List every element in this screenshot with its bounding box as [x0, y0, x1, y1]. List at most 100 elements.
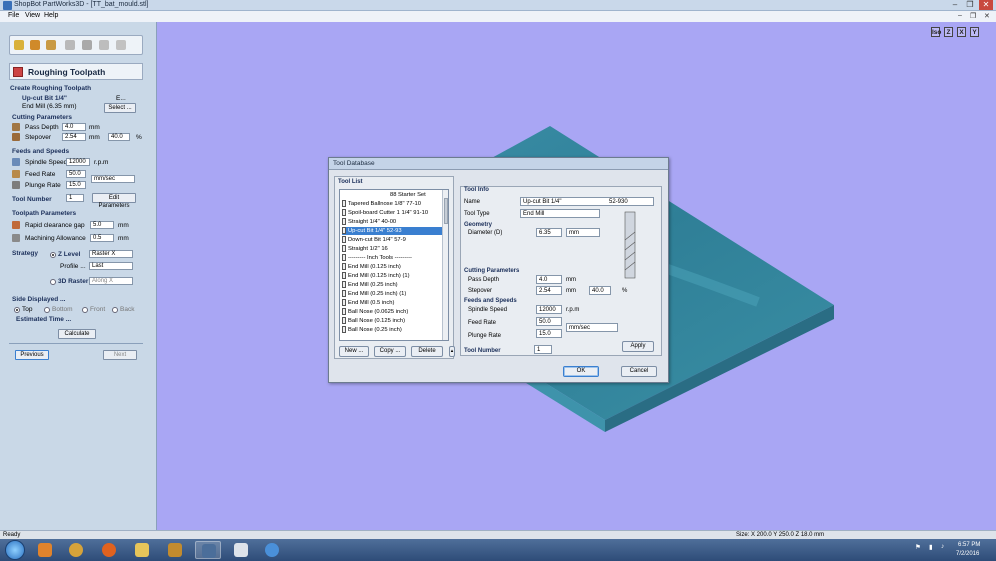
tool-name-input[interactable]: Up-cut Bit 1/4" 52-930 — [520, 197, 654, 206]
tool-info-arrow-icon[interactable]: ▴ — [449, 346, 455, 357]
start-button[interactable] — [5, 540, 25, 560]
stepover-input[interactable]: 2.54 — [62, 133, 86, 141]
list-group-header[interactable]: 88 Starter Set — [390, 191, 426, 199]
restore-button[interactable]: ❐ — [963, 0, 977, 10]
menu-help[interactable]: Help — [44, 12, 58, 19]
list-item[interactable]: Straight 1/2" 16 — [342, 245, 388, 253]
new-tool-button[interactable]: New ... — [339, 346, 369, 357]
list-item[interactable]: End Mill (0.5 inch) — [342, 299, 394, 307]
diameter-unit-select[interactable]: mm — [566, 228, 600, 237]
select-tool-button[interactable]: Select ... — [104, 103, 136, 113]
copy-tool-button[interactable]: Copy ... — [374, 346, 406, 357]
zlevel-select[interactable]: Raster X — [89, 250, 133, 258]
edit-tool-button[interactable]: E... — [116, 95, 126, 102]
tool-feed-input[interactable]: 50.0 — [536, 317, 562, 326]
list-item[interactable]: End Mill (0.125 inch) (1) — [342, 272, 410, 280]
tray-flag-icon[interactable]: ⚑ — [915, 543, 921, 551]
menu-view[interactable]: View — [25, 12, 40, 19]
allowance-input[interactable]: 0.5 — [90, 234, 114, 242]
tool-pass-depth-input[interactable]: 4.0 — [536, 275, 562, 284]
feed-rate-input[interactable]: 50.0 — [66, 170, 86, 178]
tray-network-icon[interactable]: ▮ — [929, 543, 933, 551]
tool-database-dialog: Tool Database Tool List 88 Starter Set T… — [328, 157, 669, 383]
minimize-button[interactable]: – — [948, 0, 962, 10]
rate-unit-select[interactable]: mm/sec — [91, 175, 135, 183]
tool-stepover-label: Stepover — [468, 288, 493, 294]
tool-number-input[interactable]: 1 — [66, 194, 84, 202]
tool-stepover-percent-input[interactable]: 40.0 — [589, 286, 611, 295]
raster3d-radio[interactable] — [50, 279, 56, 285]
taskbar-app[interactable] — [162, 541, 188, 559]
clock-date[interactable]: 7/2/2016 — [956, 551, 979, 557]
side-front-radio[interactable] — [82, 307, 88, 313]
cutout-icon[interactable] — [65, 40, 75, 50]
side-back-radio[interactable] — [112, 307, 118, 313]
calculate-button[interactable]: Calculate — [58, 329, 96, 339]
delete-tool-button[interactable]: Delete — [411, 346, 443, 357]
taskbar-shopbot[interactable] — [228, 541, 254, 559]
doc-close-button[interactable]: ✕ — [984, 12, 990, 20]
preview-icon[interactable] — [82, 40, 92, 50]
edit-parameters-button[interactable]: Edit Parameters — [92, 193, 136, 209]
finishing-icon[interactable] — [46, 40, 56, 50]
rapid-gap-unit: mm — [118, 222, 129, 229]
strategy-label: Strategy — [12, 250, 39, 257]
cancel-button[interactable]: Cancel — [621, 366, 657, 377]
side-bottom-radio[interactable] — [44, 307, 50, 313]
profile-select[interactable]: Last — [89, 262, 133, 270]
list-item[interactable]: Tapered Ballnose 1/8" 77-10 — [342, 200, 421, 208]
tool-rate-unit-select[interactable]: mm/sec — [566, 323, 618, 332]
next-button[interactable]: Next — [103, 350, 137, 360]
menu-file[interactable]: File — [8, 12, 19, 19]
tool-info-label: Tool Info — [464, 187, 489, 193]
plunge-rate-input[interactable]: 15.0 — [66, 181, 86, 189]
pass-depth-input[interactable]: 4.0 — [62, 123, 86, 131]
taskbar-media-player[interactable] — [32, 541, 58, 559]
close-button[interactable]: ✕ — [979, 0, 993, 10]
previous-button[interactable]: Previous — [15, 350, 49, 360]
rapid-gap-input[interactable]: 5.0 — [90, 221, 114, 229]
list-item[interactable]: Straight 1/4" 40-00 — [342, 218, 396, 226]
taskbar-ie[interactable] — [259, 541, 285, 559]
save-toolpath-icon[interactable] — [99, 40, 109, 50]
apply-button[interactable]: Apply — [622, 341, 654, 352]
diameter-input[interactable]: 6.35 — [536, 228, 562, 237]
taskbar-explorer[interactable] — [129, 541, 155, 559]
zlevel-radio[interactable] — [50, 252, 56, 258]
list-item[interactable]: End Mill (0.25 inch) (1) — [342, 290, 406, 298]
doc-restore-button[interactable]: ❐ — [970, 12, 976, 20]
rapid-gap-label: Rapid clearance gap — [25, 222, 85, 229]
list-item[interactable]: Ball Nose (0.0625 inch) — [342, 308, 408, 316]
list-item[interactable]: End Mill (0.125 inch) — [342, 263, 401, 271]
doc-minimize-button[interactable]: – — [958, 12, 962, 19]
list-item[interactable]: Ball Nose (0.125 inch) — [342, 317, 405, 325]
side-top-radio[interactable] — [14, 307, 20, 313]
taskbar-partworks3d[interactable] — [195, 541, 221, 559]
list-item[interactable]: End Mill (0.25 inch) — [342, 281, 398, 289]
list-item[interactable]: Spoil-board Cutter 1 1/4" 91-10 — [342, 209, 428, 217]
tool-number-input-dialog[interactable]: 1 — [534, 345, 552, 354]
tool-stepover-input[interactable]: 2.54 — [536, 286, 562, 295]
scrollbar-thumb[interactable] — [444, 198, 448, 224]
tool-list-scrollbar[interactable] — [442, 190, 448, 340]
toolpath-icon[interactable] — [14, 40, 24, 50]
tool-plunge-input[interactable]: 15.0 — [536, 329, 562, 338]
tool-list[interactable]: 88 Starter Set Tapered Ballnose 1/8" 77-… — [339, 189, 449, 341]
list-item[interactable]: --------- Inch Tools --------- — [342, 254, 412, 262]
ok-button[interactable]: OK — [563, 366, 599, 377]
spindle-input[interactable]: 12000 — [66, 158, 90, 166]
stepover-percent-input[interactable]: 40.0 — [108, 133, 130, 141]
roughing-icon[interactable] — [30, 40, 40, 50]
tool-type-select[interactable]: End Mill — [520, 209, 600, 218]
tray-volume-icon[interactable]: ♪ — [941, 543, 944, 550]
clock-time[interactable]: 6:57 PM — [958, 542, 980, 548]
list-item-selected[interactable]: Up-cut Bit 1/4" 52-93 — [342, 227, 446, 235]
list-item[interactable]: Ball Nose (0.25 inch) — [342, 326, 402, 334]
taskbar-chrome[interactable] — [63, 541, 89, 559]
create-roughing-checkbox[interactable]: Create Roughing Toolpath — [10, 85, 91, 92]
reset-icon[interactable] — [116, 40, 126, 50]
tool-spindle-input[interactable]: 12000 — [536, 305, 562, 314]
raster3d-select[interactable]: Along X — [89, 277, 133, 285]
list-item[interactable]: Down-cut Bit 1/4" 57-9 — [342, 236, 406, 244]
taskbar-firefox[interactable] — [96, 541, 122, 559]
